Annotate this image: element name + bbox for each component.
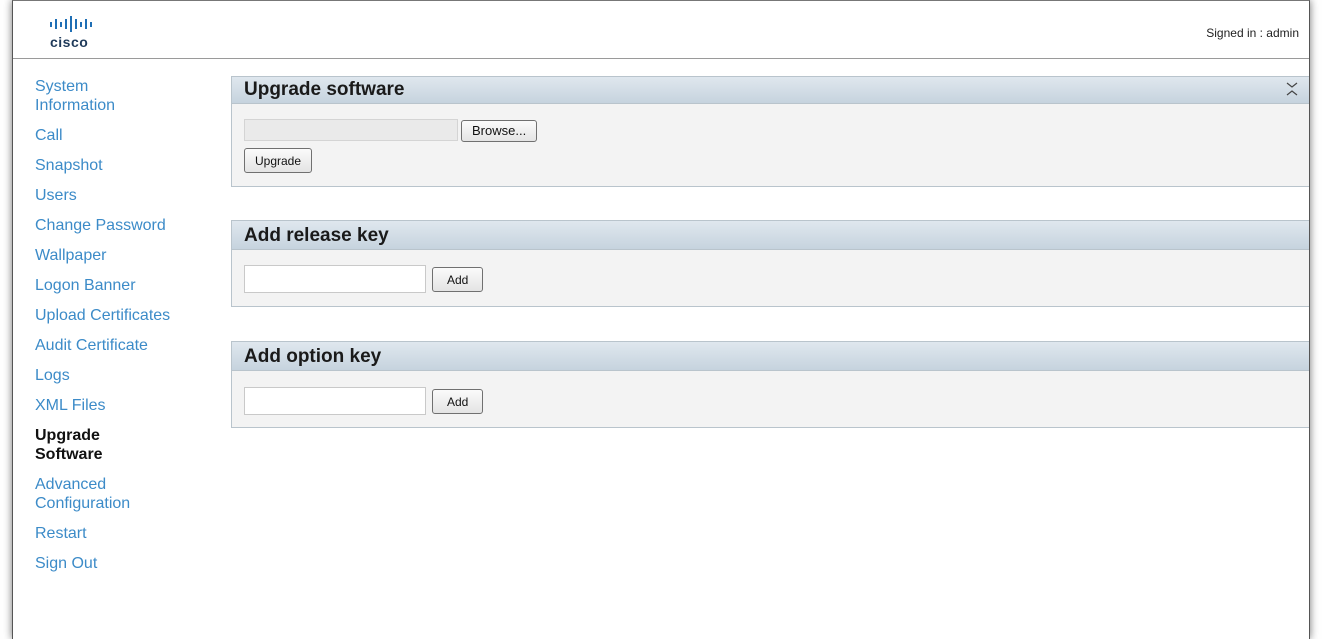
panel-header: Add release key	[232, 221, 1309, 250]
release-key-input[interactable]	[244, 265, 426, 293]
panel-title: Upgrade software	[244, 79, 405, 100]
panel-header: Add option key	[232, 342, 1309, 371]
add-release-key-panel: Add release key Add	[231, 220, 1309, 307]
app-window: cisco Signed in : admin System Informati…	[12, 0, 1310, 639]
signed-in-status: Signed in : admin	[1206, 26, 1299, 40]
sidebar-item-sign-out[interactable]: Sign Out	[35, 554, 215, 573]
sidebar-item-upgrade-software[interactable]: Upgrade Software	[35, 426, 215, 464]
sidebar-item-upload-certificates[interactable]: Upload Certificates	[35, 306, 215, 325]
panel-title: Add release key	[244, 225, 389, 246]
sidebar-item-change-password[interactable]: Change Password	[35, 216, 215, 235]
sidebar-item-audit-certificate[interactable]: Audit Certificate	[35, 336, 215, 355]
sidebar-nav: System Information Call Snapshot Users C…	[35, 77, 215, 584]
file-path-field[interactable]	[244, 119, 458, 141]
cisco-logo-bars-icon	[50, 16, 130, 32]
sidebar-item-wallpaper[interactable]: Wallpaper	[35, 246, 215, 265]
sidebar-item-logs[interactable]: Logs	[35, 366, 215, 385]
upgrade-software-panel: Upgrade software Browse... Upgrade	[231, 76, 1309, 187]
add-release-key-button[interactable]: Add	[432, 267, 484, 292]
sidebar-item-xml-files[interactable]: XML Files	[35, 396, 215, 415]
panel-header: Upgrade software	[232, 77, 1309, 104]
logo-text: cisco	[50, 34, 89, 50]
panel-title: Add option key	[244, 346, 382, 367]
sidebar-item-advanced-configuration[interactable]: Advanced Configuration	[35, 475, 215, 513]
browse-button[interactable]: Browse...	[461, 120, 538, 142]
collapse-icon[interactable]	[1285, 79, 1299, 99]
option-key-input[interactable]	[244, 387, 426, 415]
upgrade-button[interactable]: Upgrade	[244, 148, 313, 173]
add-option-key-button[interactable]: Add	[432, 389, 484, 414]
sidebar-item-system-information[interactable]: System Information	[35, 77, 215, 115]
cisco-logo: cisco	[50, 16, 130, 50]
sidebar-item-restart[interactable]: Restart	[35, 524, 215, 543]
sidebar-item-logon-banner[interactable]: Logon Banner	[35, 276, 215, 295]
sidebar-item-call[interactable]: Call	[35, 126, 215, 145]
sidebar-item-users[interactable]: Users	[35, 186, 215, 205]
add-option-key-panel: Add option key Add	[231, 341, 1309, 428]
sidebar-item-snapshot[interactable]: Snapshot	[35, 156, 215, 175]
header: cisco Signed in : admin	[13, 1, 1309, 59]
